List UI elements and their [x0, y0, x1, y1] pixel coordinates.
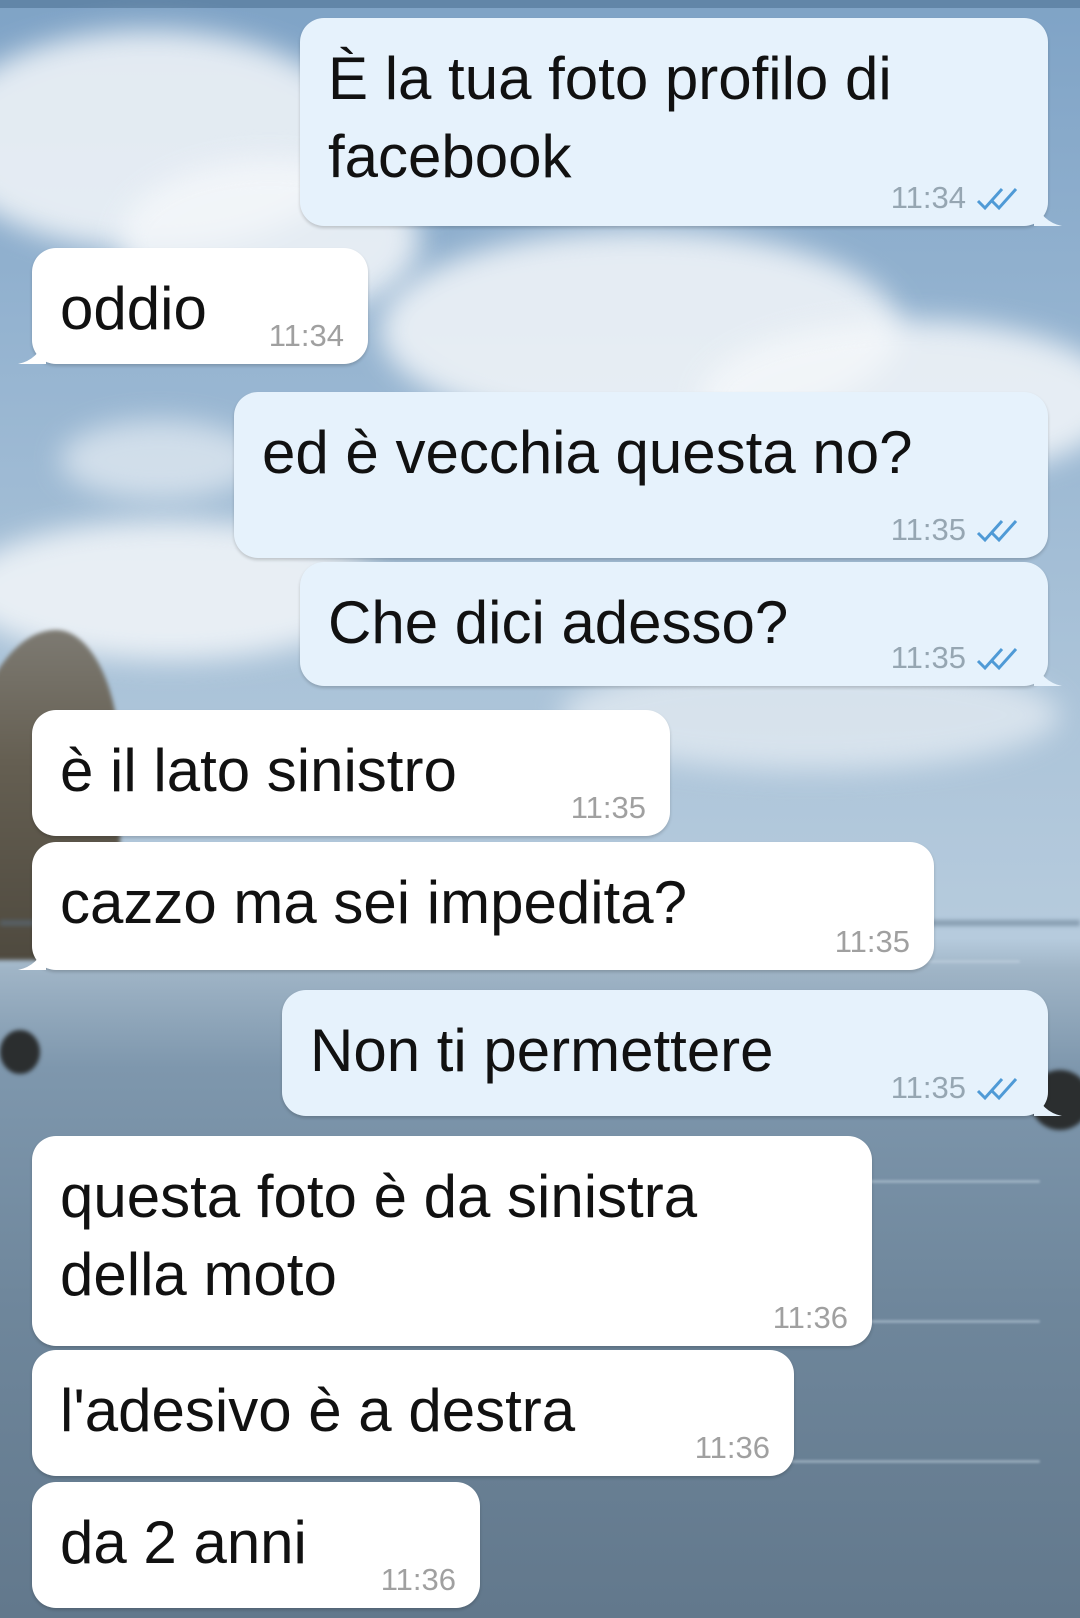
double-check-icon [976, 519, 1018, 543]
bubble-tail [1034, 200, 1062, 226]
message-text: cazzo ma sei impedita? [60, 869, 687, 936]
message-text: questa foto è da sinistra della moto [60, 1163, 698, 1308]
top-edge [0, 0, 1080, 8]
double-check-icon [976, 1077, 1018, 1101]
incoming-message[interactable]: da 2 anni 11:36 [32, 1482, 480, 1608]
outgoing-message[interactable]: Non ti permettere 11:35 [282, 990, 1062, 1116]
message-text: l'adesivo è a destra [60, 1377, 576, 1444]
incoming-message[interactable]: questa foto è da sinistra della moto 11:… [32, 1136, 872, 1346]
incoming-message[interactable]: cazzo ma sei impedita? 11:35 [18, 842, 934, 970]
bubble-tail [18, 338, 46, 364]
message-time: 11:35 [570, 790, 646, 825]
incoming-message[interactable]: l'adesivo è a destra 11:36 [32, 1350, 794, 1476]
outgoing-message[interactable]: Che dici adesso? 11:35 [300, 562, 1062, 686]
double-check-icon [976, 187, 1018, 211]
message-time: 11:35 [890, 512, 966, 547]
message-time: 11:36 [772, 1300, 848, 1335]
bubble-tail [1034, 660, 1062, 686]
message-time: 11:36 [380, 1562, 456, 1597]
message-time: 11:35 [834, 924, 910, 959]
outgoing-message[interactable]: ed è vecchia questa no? 11:35 [234, 392, 1048, 558]
double-check-icon [976, 647, 1018, 671]
message-time: 11:34 [890, 180, 966, 215]
bubble-tail [18, 944, 46, 970]
bubble-tail [1034, 1090, 1062, 1116]
message-time: 11:35 [890, 1070, 966, 1105]
message-time: 11:35 [890, 640, 966, 675]
incoming-message[interactable]: è il lato sinistro 11:35 [32, 710, 670, 836]
message-text: È la tua foto profilo di facebook [328, 45, 892, 190]
message-text: ed è vecchia questa no? [262, 419, 913, 486]
outgoing-message[interactable]: È la tua foto profilo di facebook 11:34 [300, 18, 1062, 226]
incoming-message[interactable]: oddio 11:34 [18, 248, 368, 364]
message-time: 11:36 [694, 1430, 770, 1465]
message-time: 11:34 [268, 318, 344, 353]
message-text: è il lato sinistro [60, 737, 457, 804]
